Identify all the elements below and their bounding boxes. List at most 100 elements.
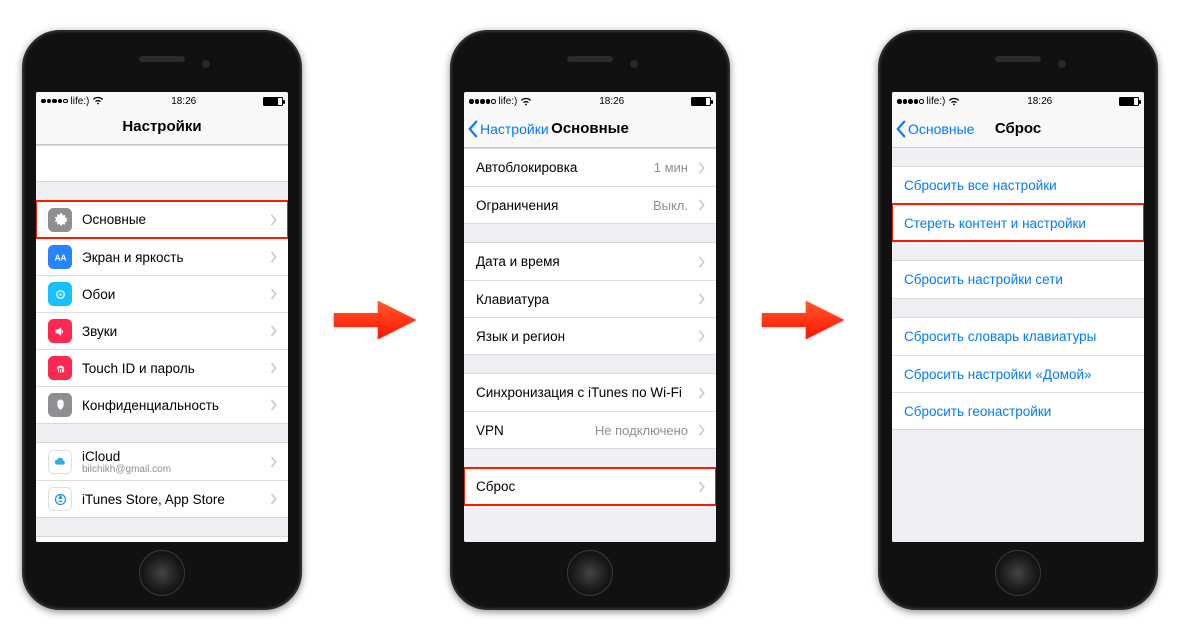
screen-reset: life:) 18:26 Основные Сброс Сброси (892, 92, 1144, 542)
row-vpn[interactable]: VPN Не подключено (464, 411, 716, 448)
clock-label: 18:26 (1027, 96, 1052, 107)
status-left: life:) (41, 96, 104, 107)
row-value: Не подключено (595, 423, 688, 438)
hand-icon (48, 393, 72, 417)
row-erase-all[interactable]: Стереть контент и настройки (892, 204, 1144, 241)
nav-bar: Настройки Основные (464, 110, 716, 148)
row-reset-location[interactable]: Сбросить геонастройки (892, 392, 1144, 429)
reset-list[interactable]: Сбросить все настройки Стереть контент и… (892, 148, 1144, 542)
row-label: Сброс (476, 479, 688, 494)
row-touchid[interactable]: Touch ID и пароль (36, 349, 288, 386)
row-label: Touch ID и пароль (82, 361, 260, 376)
screen-settings: life:) 18:26 Настройки Основные (36, 92, 288, 542)
row-label: iCloud (82, 449, 260, 464)
row-display[interactable]: AA Экран и яркость (36, 238, 288, 275)
row-label: iTunes Store, App Store (82, 492, 260, 507)
row-reset-home[interactable]: Сбросить настройки «Домой» (892, 355, 1144, 392)
phone-settings: life:) 18:26 Настройки Основные (22, 30, 302, 610)
nav-back[interactable]: Основные (892, 110, 974, 147)
row-language[interactable]: Язык и регион (464, 317, 716, 354)
row-autolock[interactable]: Автоблокировка 1 мин (464, 149, 716, 186)
nav-back-label: Настройки (480, 121, 549, 137)
battery-icon (1119, 97, 1139, 106)
general-list[interactable]: Автоблокировка 1 мин Ограничения Выкл. Д… (464, 148, 716, 542)
chevron-right-icon (270, 362, 278, 374)
chevron-right-icon (698, 330, 706, 342)
signal-icon (41, 99, 68, 104)
wifi-icon (92, 96, 104, 106)
row-label: Ограничения (476, 198, 643, 213)
row-itunes[interactable]: iTunes Store, App Store (36, 480, 288, 517)
row-label: Стереть контент и настройки (904, 216, 1134, 231)
row-value: 1 мин (654, 160, 688, 175)
row-general[interactable]: Основные (36, 201, 288, 238)
camera-dot (630, 60, 638, 68)
wifi-icon (948, 97, 960, 107)
chevron-right-icon (698, 293, 706, 305)
row-datetime[interactable]: Дата и время (464, 243, 716, 280)
brightness-icon: AA (48, 245, 72, 269)
row-label: Сбросить геонастройки (904, 404, 1134, 419)
camera-dot (1058, 60, 1066, 68)
chevron-right-icon (270, 456, 278, 468)
row-label: Язык и регион (476, 329, 688, 344)
row-label: Экран и яркость (82, 250, 260, 265)
row-wallpaper[interactable]: Обои (36, 275, 288, 312)
nav-bar: Основные Сброс (892, 110, 1144, 148)
chevron-right-icon (270, 399, 278, 411)
chevron-right-icon (270, 288, 278, 300)
row-mail[interactable]: Почта, адреса, календари (36, 537, 288, 542)
sounds-icon (48, 319, 72, 343)
row-value: Выкл. (653, 198, 688, 213)
row-label: Конфиденциальность (82, 398, 260, 413)
camera-dot (202, 60, 210, 68)
settings-list[interactable]: Основные AA Экран и яркость Обои (36, 145, 288, 542)
status-right (263, 97, 283, 106)
row-itunessync[interactable]: Синхронизация с iTunes по Wi-Fi (464, 374, 716, 411)
chevron-right-icon (698, 481, 706, 493)
phone-reset: life:) 18:26 Основные Сброс Сброси (878, 30, 1158, 610)
row-reset[interactable]: Сброс (464, 468, 716, 505)
battery-icon (263, 97, 283, 106)
status-right (1119, 97, 1139, 106)
nav-bar: Настройки (36, 109, 288, 145)
gear-icon (48, 208, 72, 232)
row-privacy[interactable]: Конфиденциальность (36, 386, 288, 423)
chevron-right-icon (698, 162, 706, 174)
chevron-right-icon (698, 387, 706, 399)
nav-back[interactable]: Настройки (464, 110, 549, 147)
diagram-stage: life:) 18:26 Настройки Основные (0, 0, 1180, 640)
chevron-right-icon (270, 493, 278, 505)
row-reset-keyboard[interactable]: Сбросить словарь клавиатуры (892, 318, 1144, 355)
nav-title: Настройки (122, 118, 201, 135)
row-keyboard[interactable]: Клавиатура (464, 280, 716, 317)
status-bar: life:) 18:26 (892, 92, 1144, 110)
clock-label: 18:26 (599, 96, 624, 107)
row-reset-network[interactable]: Сбросить настройки сети (892, 261, 1144, 298)
arrow-1 (332, 292, 420, 348)
row-sounds[interactable]: Звуки (36, 312, 288, 349)
chevron-right-icon (698, 199, 706, 211)
signal-icon (469, 99, 496, 104)
row-label: Сбросить все настройки (904, 178, 1134, 193)
row-label: Сбросить словарь клавиатуры (904, 329, 1134, 344)
chevron-right-icon (698, 424, 706, 436)
wallpaper-icon (48, 282, 72, 306)
screen-general: life:) 18:26 Настройки Основные Ав (464, 92, 716, 542)
chevron-right-icon (698, 256, 706, 268)
chevron-right-icon (270, 251, 278, 263)
status-left: life:) (897, 96, 960, 107)
status-bar: life:) 18:26 (464, 92, 716, 110)
row-label: Сбросить настройки сети (904, 272, 1134, 287)
row-label: Автоблокировка (476, 160, 644, 175)
row-icloud[interactable]: iCloud bilchikh@gmail.com (36, 443, 288, 480)
row-reset-all[interactable]: Сбросить все настройки (892, 167, 1144, 204)
row-label: Основные (82, 212, 260, 227)
row-label: Сбросить настройки «Домой» (904, 367, 1134, 382)
nav-title: Основные (551, 120, 629, 137)
row-restrictions[interactable]: Ограничения Выкл. (464, 186, 716, 223)
arrow-2 (760, 292, 848, 348)
row-label: VPN (476, 423, 585, 438)
svg-text:AA: AA (54, 253, 66, 262)
nav-back-label: Основные (908, 121, 974, 137)
